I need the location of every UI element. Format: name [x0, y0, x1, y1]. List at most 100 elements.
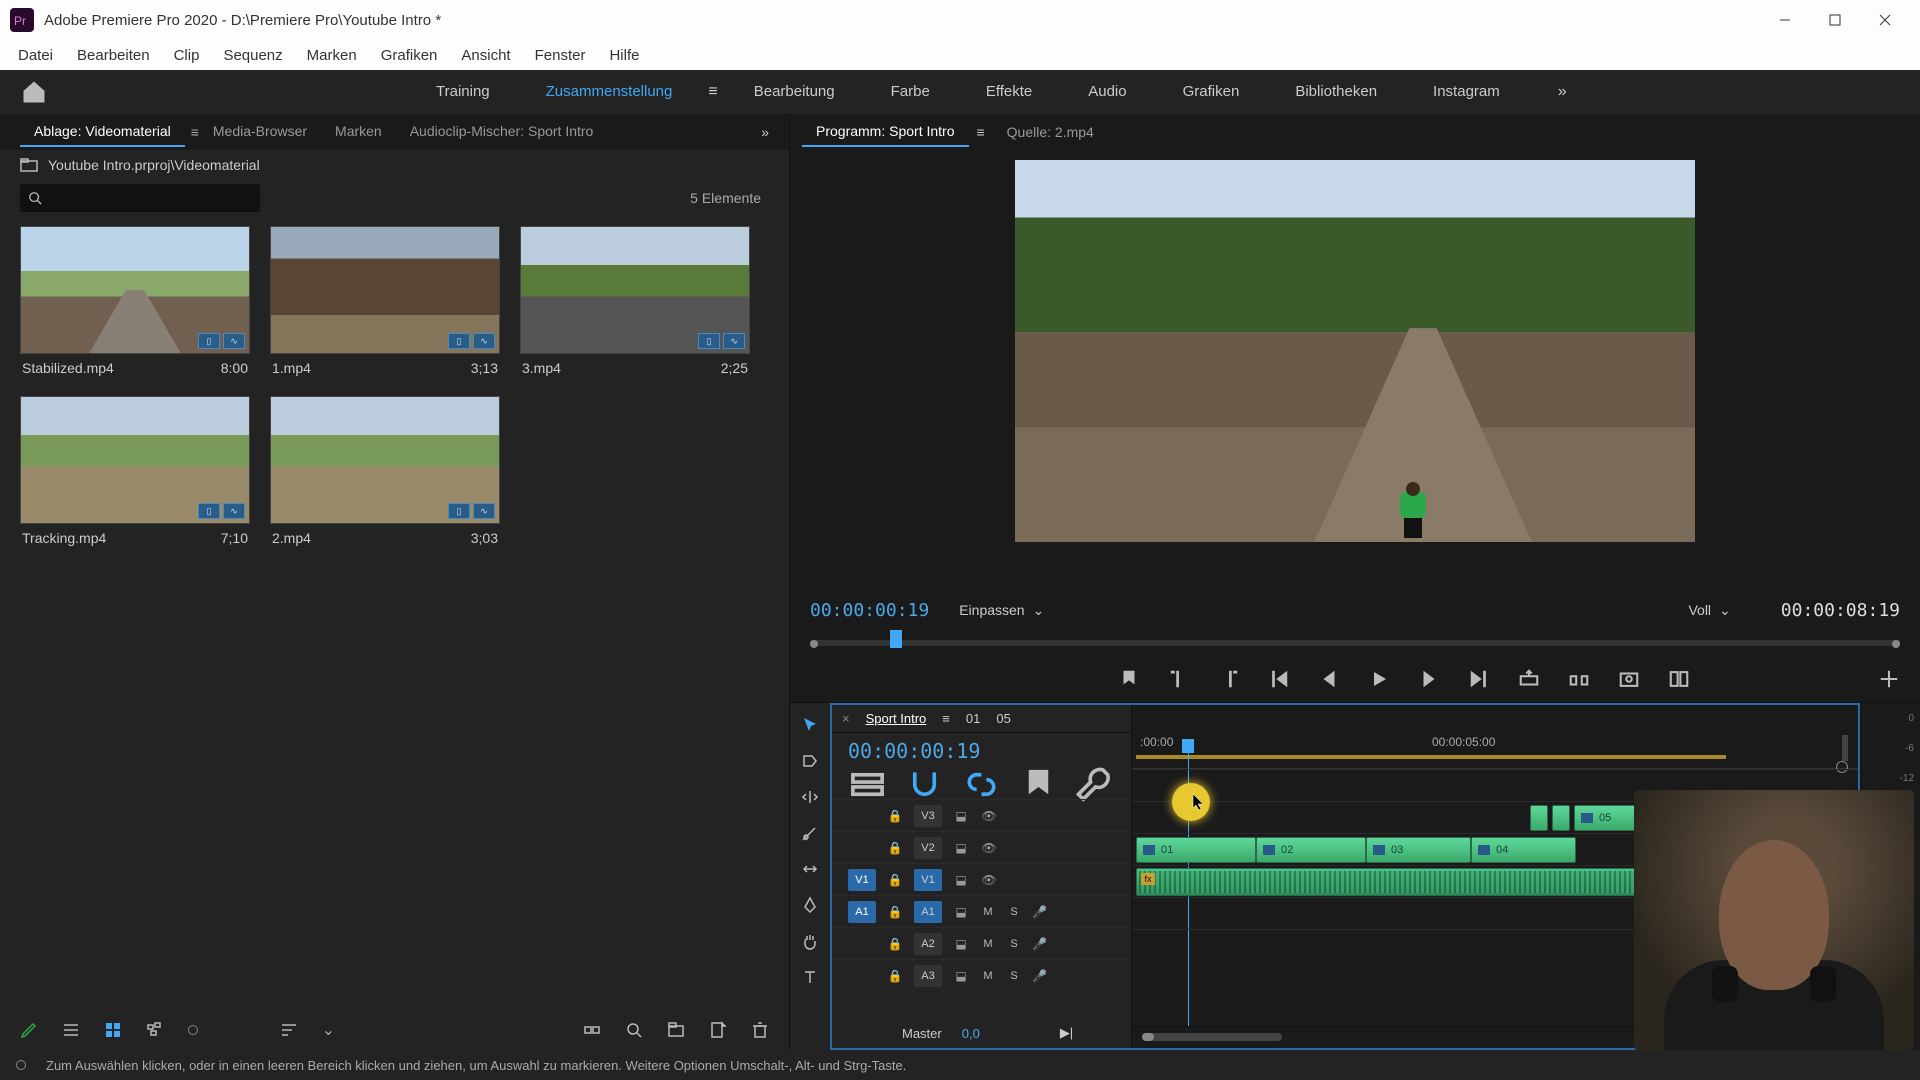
zoom-slider-dot[interactable] [188, 1025, 198, 1035]
program-playhead-marker[interactable] [890, 630, 902, 648]
mute-button[interactable]: M [980, 938, 996, 950]
eye-icon[interactable]: 👁 [980, 871, 998, 889]
mute-button[interactable]: M [980, 970, 996, 982]
voiceover-mic-icon[interactable]: 🎤 [1032, 937, 1050, 951]
tab-quelle-2mp4[interactable]: Quelle: 2.mp4 [993, 118, 1108, 146]
timeline-clip[interactable] [1530, 805, 1548, 831]
window-maximize-button[interactable] [1810, 0, 1860, 40]
menu-fenster[interactable]: Fenster [523, 43, 598, 68]
clip-3mp4[interactable]: ▯∿ 3.mp42;25 [520, 226, 750, 376]
comparison-view-button[interactable] [1668, 668, 1690, 690]
master-value[interactable]: 0,0 [962, 1026, 980, 1041]
timeline-clip[interactable]: 03 [1366, 837, 1471, 863]
ripple-edit-tool-icon[interactable] [798, 785, 822, 809]
go-to-out-button[interactable] [1468, 668, 1490, 690]
lock-icon[interactable]: 🔒 [886, 807, 904, 825]
workspace-effekte[interactable]: Effekte [958, 73, 1060, 111]
lock-icon[interactable]: 🔒 [886, 967, 904, 985]
timeline-timecode[interactable]: 00:00:00:19 [848, 739, 980, 763]
selection-tool-icon[interactable] [798, 713, 822, 737]
menu-sequenz[interactable]: Sequenz [211, 43, 294, 68]
lock-icon[interactable]: 🔒 [886, 839, 904, 857]
mark-in-button[interactable] [1168, 668, 1190, 690]
menu-ansicht[interactable]: Ansicht [449, 43, 522, 68]
add-marker-button[interactable] [1118, 668, 1140, 690]
timeline-ruler[interactable]: :00:00 00:00:05:00 [1132, 705, 1858, 769]
panel-menu-icon[interactable]: ≡ [191, 124, 199, 140]
menu-clip[interactable]: Clip [162, 43, 212, 68]
master-track-row[interactable]: Master 0,0 ▶| [832, 1018, 1131, 1048]
quality-dropdown[interactable]: Voll⌄ [1688, 602, 1730, 619]
slip-tool-icon[interactable] [798, 857, 822, 881]
timeline-settings-wrench-icon[interactable] [1076, 765, 1115, 804]
menu-marken[interactable]: Marken [295, 43, 369, 68]
panel-overflow-icon[interactable]: » [761, 124, 769, 140]
solo-button[interactable]: S [1006, 906, 1022, 918]
tab-marken[interactable]: Marken [321, 117, 396, 147]
window-close-button[interactable] [1860, 0, 1910, 40]
freeform-view-icon[interactable] [146, 1021, 164, 1039]
razor-tool-icon[interactable] [798, 821, 822, 845]
sequence-tab-01[interactable]: 01 [966, 711, 980, 726]
play-button[interactable] [1368, 668, 1390, 690]
sync-lock-icon[interactable]: ⬓ [952, 903, 970, 921]
mark-out-button[interactable] [1218, 668, 1240, 690]
program-timecode[interactable]: 00:00:00:19 [810, 600, 929, 621]
lock-icon[interactable]: 🔒 [886, 935, 904, 953]
timeline-clip[interactable] [1552, 805, 1570, 831]
vertical-zoom-handle[interactable] [1842, 735, 1848, 761]
clip-1mp4[interactable]: ▯∿ 1.mp43;13 [270, 226, 500, 376]
sync-lock-icon[interactable]: ⬓ [952, 967, 970, 985]
sync-lock-icon[interactable]: ⬓ [952, 871, 970, 889]
workspace-audio[interactable]: Audio [1060, 73, 1154, 111]
clip-tracking[interactable]: ▯∿ Tracking.mp47;10 [20, 396, 250, 546]
go-to-in-button[interactable] [1268, 668, 1290, 690]
add-marker-icon[interactable] [1019, 765, 1058, 804]
program-scrub-bar[interactable] [790, 630, 1920, 656]
sequence-tab-sport-intro[interactable]: Sport Intro [866, 711, 927, 726]
eye-icon[interactable]: 👁 [980, 839, 998, 857]
timeline-audio-clip[interactable]: fx [1136, 868, 1681, 896]
workspace-zusammenstellung[interactable]: Zusammenstellung [518, 73, 701, 111]
workspace-bibliotheken[interactable]: Bibliotheken [1267, 73, 1405, 111]
pen-tool-icon[interactable] [798, 893, 822, 917]
type-tool-icon[interactable] [798, 965, 822, 989]
track-header-a2[interactable]: 🔒 A2 ⬓ M S 🎤 [832, 927, 1131, 959]
workspace-bearbeitung[interactable]: Bearbeitung [726, 73, 863, 111]
extract-button[interactable] [1568, 668, 1590, 690]
workspace-menu-icon[interactable]: ≡ [700, 73, 725, 111]
find-icon[interactable] [625, 1021, 643, 1039]
track-header-a1[interactable]: A1 🔒 A1 ⬓ M S 🎤 [832, 895, 1131, 927]
panel-menu-icon[interactable]: ≡ [969, 124, 993, 140]
new-item-icon[interactable] [709, 1021, 727, 1039]
timeline-clip[interactable]: 01 [1136, 837, 1256, 863]
sequence-tab-05[interactable]: 05 [996, 711, 1010, 726]
chevron-down-icon[interactable]: ⌄ [322, 1020, 335, 1040]
track-header-v2[interactable]: 🔒 V2 ⬓ 👁 [832, 831, 1131, 863]
project-search-input[interactable] [20, 184, 260, 212]
nest-icon[interactable] [848, 765, 887, 804]
solo-button[interactable]: S [1006, 938, 1022, 950]
snap-icon[interactable] [905, 765, 944, 804]
button-editor-plus-icon[interactable] [1878, 668, 1900, 690]
workspace-overflow-icon[interactable]: » [1548, 73, 1577, 111]
sync-lock-icon[interactable]: ⬓ [952, 807, 970, 825]
clip-2mp4[interactable]: ▯∿ 2.mp43;03 [270, 396, 500, 546]
pencil-icon[interactable] [20, 1021, 38, 1039]
step-back-button[interactable] [1318, 668, 1340, 690]
lock-icon[interactable]: 🔒 [886, 871, 904, 889]
sync-lock-icon[interactable]: ⬓ [952, 935, 970, 953]
list-view-icon[interactable] [62, 1021, 80, 1039]
in-out-range[interactable] [1136, 755, 1726, 759]
tab-media-browser[interactable]: Media-Browser [199, 117, 321, 147]
tab-ablage-videomaterial[interactable]: Ablage: Videomaterial [20, 117, 185, 147]
go-to-next-icon[interactable]: ▶| [1060, 1025, 1073, 1041]
sort-menu-icon[interactable] [280, 1021, 298, 1039]
menu-grafiken[interactable]: Grafiken [369, 43, 450, 68]
solo-button[interactable]: S [1006, 970, 1022, 982]
icon-view-icon[interactable] [104, 1021, 122, 1039]
tab-audioclip-mischer[interactable]: Audioclip-Mischer: Sport Intro [396, 117, 608, 147]
project-breadcrumb[interactable]: Youtube Intro.prproj\Videomaterial [48, 157, 260, 173]
voiceover-mic-icon[interactable]: 🎤 [1032, 969, 1050, 983]
track-header-a3[interactable]: 🔒 A3 ⬓ M S 🎤 [832, 959, 1131, 991]
